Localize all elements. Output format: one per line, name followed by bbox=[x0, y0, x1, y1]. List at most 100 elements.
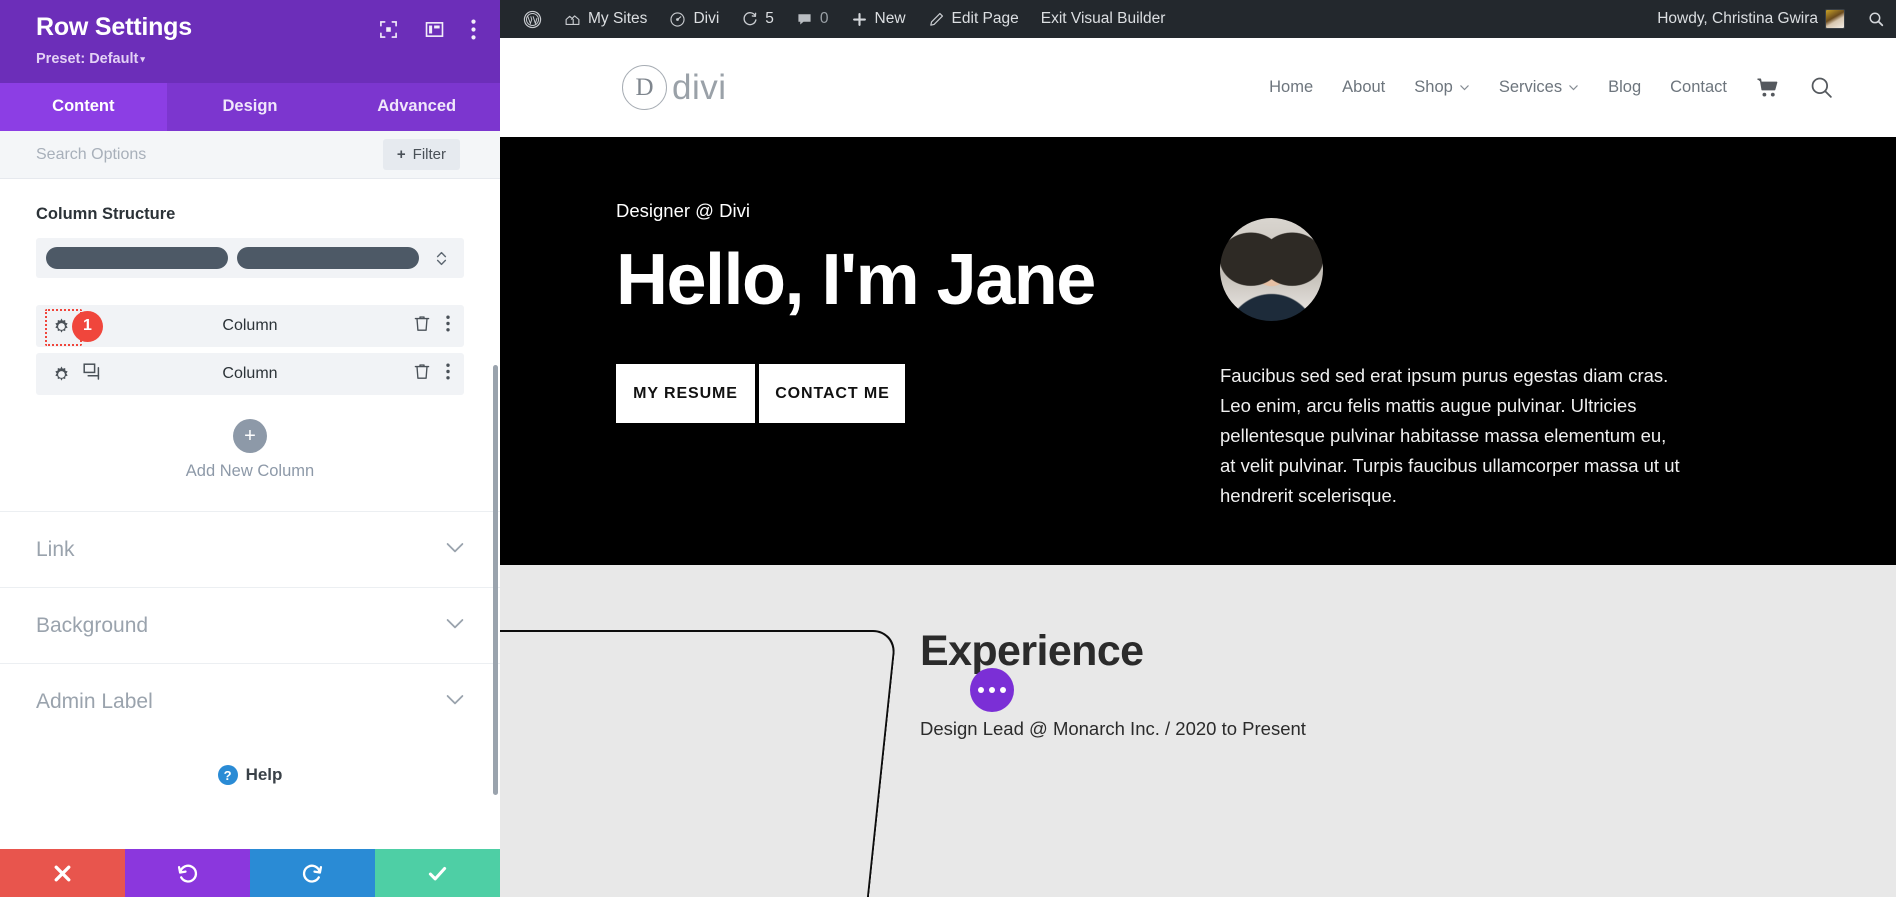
wp-admin-bar: My Sites Divi 5 bbox=[500, 0, 1896, 38]
wp-my-sites-item[interactable]: My Sites bbox=[553, 0, 658, 38]
wp-edit-page-label: Edit Page bbox=[952, 11, 1019, 27]
search-icon[interactable] bbox=[1809, 75, 1834, 100]
structure-stepper[interactable] bbox=[428, 251, 454, 266]
plus-icon bbox=[851, 11, 868, 28]
toggle-admin-label[interactable]: Admin Label bbox=[0, 663, 500, 739]
column-list: 1 Column bbox=[36, 305, 464, 395]
cart-icon[interactable] bbox=[1756, 77, 1780, 99]
save-button[interactable] bbox=[375, 849, 500, 897]
redo-button[interactable] bbox=[250, 849, 375, 897]
chevron-down-icon bbox=[1568, 82, 1579, 93]
help-label: Help bbox=[246, 765, 283, 785]
gear-icon bbox=[52, 365, 71, 384]
toggle-background[interactable]: Background bbox=[0, 587, 500, 663]
wp-updates-count: 5 bbox=[765, 11, 774, 27]
page-title: Row Settings bbox=[36, 14, 379, 42]
decorative-outline-shape bbox=[500, 630, 897, 897]
search-bar: + Filter bbox=[0, 131, 500, 179]
wp-comments-item[interactable]: 0 bbox=[785, 0, 840, 38]
wp-new-item[interactable]: New bbox=[840, 0, 917, 38]
layout-columns-icon[interactable] bbox=[425, 20, 444, 44]
search-input[interactable] bbox=[36, 146, 383, 164]
nav-item-home[interactable]: Home bbox=[1269, 78, 1313, 97]
duplicate-icon[interactable] bbox=[83, 363, 101, 386]
fab-dot bbox=[1000, 687, 1006, 693]
add-new-column-button[interactable]: + Add New Column bbox=[36, 419, 464, 511]
focus-target-icon[interactable] bbox=[379, 20, 398, 44]
nav-item-shop-label: Shop bbox=[1414, 78, 1453, 97]
tab-content[interactable]: Content bbox=[0, 83, 167, 131]
filter-button[interactable]: + Filter bbox=[383, 139, 460, 170]
wp-divi-item[interactable]: Divi bbox=[658, 0, 730, 38]
more-vertical-icon[interactable] bbox=[471, 19, 476, 45]
nav-item-about[interactable]: About bbox=[1342, 78, 1385, 97]
undo-icon bbox=[176, 862, 199, 885]
nav-item-blog[interactable]: Blog bbox=[1608, 78, 1641, 97]
preset-label: Preset: Default bbox=[36, 51, 138, 67]
hero-title: Hello, I'm Jane bbox=[616, 244, 1136, 316]
hero-left-column: Designer @ Divi Hello, I'm Jane MY RESUM… bbox=[616, 200, 1136, 565]
comment-bubble-icon bbox=[796, 11, 813, 28]
site-nav: Home About Shop Services bbox=[1269, 75, 1834, 100]
structure-segment[interactable] bbox=[237, 247, 419, 269]
column-settings-gear[interactable] bbox=[52, 365, 71, 384]
undo-button[interactable] bbox=[125, 849, 250, 897]
panel-tabs: Content Design Advanced bbox=[0, 83, 500, 131]
column-settings-gear[interactable] bbox=[52, 317, 71, 336]
nav-item-contact[interactable]: Contact bbox=[1670, 78, 1727, 97]
divi-logo-mark: D bbox=[622, 65, 667, 110]
experience-title: Experience bbox=[920, 627, 1306, 676]
delete-icon[interactable] bbox=[414, 363, 430, 385]
screen-root: My Sites Divi 5 bbox=[0, 0, 1896, 897]
fab-dot bbox=[978, 687, 984, 693]
column-row-left-icons: 1 bbox=[52, 317, 71, 336]
wordpress-logo-icon bbox=[523, 10, 542, 29]
hero-paragraph: Faucibus sed sed erat ipsum purus egesta… bbox=[1220, 361, 1680, 511]
chevron-up-down-icon bbox=[436, 251, 447, 266]
column-row-right-icons bbox=[414, 315, 450, 337]
cancel-button[interactable] bbox=[0, 849, 125, 897]
redo-icon bbox=[301, 862, 324, 885]
toggle-link[interactable]: Link bbox=[0, 511, 500, 587]
wp-exit-visual-builder-label: Exit Visual Builder bbox=[1041, 11, 1166, 27]
wp-logo-item[interactable] bbox=[512, 0, 553, 38]
nav-item-services[interactable]: Services bbox=[1499, 78, 1579, 97]
panel-scrollbar[interactable] bbox=[493, 365, 498, 795]
tab-design[interactable]: Design bbox=[167, 83, 334, 131]
nav-item-services-label: Services bbox=[1499, 78, 1562, 97]
contact-me-button[interactable]: CONTACT ME bbox=[759, 364, 905, 423]
preset-selector[interactable]: Preset: Default▾ bbox=[36, 51, 476, 67]
column-structure-preview[interactable] bbox=[36, 238, 464, 278]
column-row-left-icons bbox=[52, 363, 101, 386]
wp-exit-visual-builder-item[interactable]: Exit Visual Builder bbox=[1030, 0, 1177, 38]
wp-updates-item[interactable]: 5 bbox=[730, 0, 785, 38]
tab-advanced[interactable]: Advanced bbox=[333, 83, 500, 131]
panel-header-icons bbox=[379, 14, 476, 45]
site-header: D divi Home About Shop Services bbox=[500, 38, 1896, 137]
more-vertical-icon[interactable] bbox=[446, 363, 450, 385]
filter-button-label: Filter bbox=[413, 146, 446, 163]
more-vertical-icon[interactable] bbox=[446, 315, 450, 337]
pencil-icon bbox=[928, 11, 945, 28]
wp-search-item[interactable] bbox=[1856, 0, 1896, 38]
help-link[interactable]: ? Help bbox=[0, 739, 500, 785]
toggle-link-label: Link bbox=[36, 538, 446, 562]
updates-refresh-icon bbox=[741, 11, 758, 28]
plus-icon: + bbox=[397, 146, 406, 163]
profile-photo bbox=[1220, 218, 1323, 321]
delete-icon[interactable] bbox=[414, 315, 430, 337]
wp-edit-page-item[interactable]: Edit Page bbox=[917, 0, 1030, 38]
column-row[interactable]: 1 Column bbox=[36, 305, 464, 347]
wp-howdy-item[interactable]: Howdy, Christina Gwira bbox=[1646, 0, 1856, 38]
experience-subtitle: Design Lead @ Monarch Inc. / 2020 to Pre… bbox=[920, 718, 1306, 740]
chevron-down-icon bbox=[1459, 82, 1470, 93]
more-horizontal-icon[interactable] bbox=[970, 668, 1014, 712]
structure-segment[interactable] bbox=[46, 247, 228, 269]
site-logo[interactable]: D divi bbox=[622, 65, 727, 110]
check-icon bbox=[426, 862, 449, 885]
my-resume-button[interactable]: MY RESUME bbox=[616, 364, 755, 423]
nav-item-shop[interactable]: Shop bbox=[1414, 78, 1470, 97]
column-row[interactable]: Column bbox=[36, 353, 464, 395]
toggle-admin-label-label: Admin Label bbox=[36, 690, 446, 714]
panel-scroll-area: Column Structure bbox=[0, 179, 500, 849]
